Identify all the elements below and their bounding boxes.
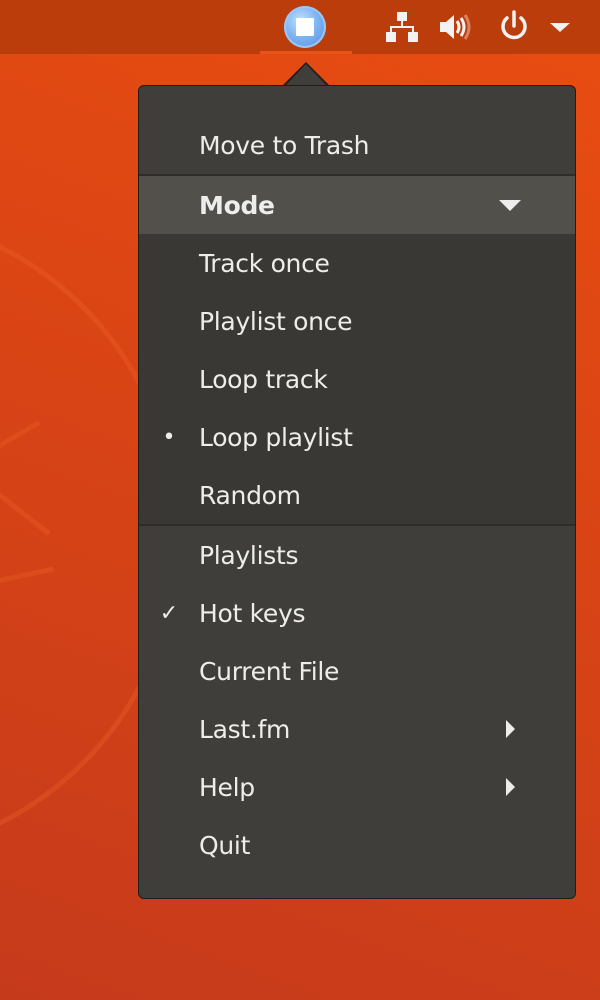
- audio-player-indicator[interactable]: [284, 6, 326, 48]
- menu-item-label: Mode: [199, 190, 275, 220]
- top-panel: [0, 0, 600, 54]
- chevron-down-icon: [499, 199, 521, 211]
- volume-icon[interactable]: [438, 10, 474, 44]
- menu-item-label: Random: [199, 480, 301, 510]
- menu-item-label: Playlist once: [199, 306, 353, 336]
- menu-item-lastfm[interactable]: Last.fm: [139, 700, 575, 758]
- mode-option-playlist-once[interactable]: Playlist once: [139, 292, 575, 350]
- menu-item-label: Move to Trash: [199, 130, 370, 160]
- menu-item-help[interactable]: Help: [139, 758, 575, 816]
- menu-item-label: Track once: [199, 248, 330, 278]
- menu-item-move-to-trash[interactable]: Move to Trash: [139, 116, 575, 174]
- menu-pointer-fill: [284, 64, 328, 87]
- active-indicator-underline: [260, 51, 352, 54]
- mode-option-loop-playlist[interactable]: • Loop playlist: [139, 408, 575, 466]
- radio-bullet-icon: •: [162, 424, 176, 450]
- system-menu-dropdown-icon[interactable]: [542, 10, 578, 44]
- menu-item-current-file[interactable]: Current File: [139, 642, 575, 700]
- menu-item-hot-keys[interactable]: ✓ Hot keys: [139, 584, 575, 642]
- chevron-right-icon: [506, 778, 515, 796]
- mode-option-random[interactable]: Random: [139, 466, 575, 524]
- menu-item-playlists[interactable]: Playlists: [139, 526, 575, 584]
- menu-item-label: Last.fm: [199, 714, 291, 744]
- power-icon[interactable]: [496, 10, 532, 44]
- mode-option-loop-track[interactable]: Loop track: [139, 350, 575, 408]
- chevron-right-icon: [506, 720, 515, 738]
- mode-submenu: Track once Playlist once Loop track • Lo…: [139, 234, 575, 524]
- menu-item-label: Current File: [199, 656, 340, 686]
- menu-item-label: Help: [199, 772, 255, 802]
- menu-item-label: Quit: [199, 830, 251, 860]
- menu-item-label: Hot keys: [199, 598, 306, 628]
- menu-item-quit[interactable]: Quit: [139, 816, 575, 874]
- indicator-menu: Move to Trash Mode Track once Playlist o…: [138, 85, 576, 899]
- menu-item-label: Loop playlist: [199, 422, 353, 452]
- network-icon[interactable]: [384, 10, 420, 44]
- menu-item-label: Loop track: [199, 364, 328, 394]
- checkmark-icon: ✓: [159, 600, 179, 626]
- menu-item-mode[interactable]: Mode: [139, 176, 575, 234]
- mode-option-track-once[interactable]: Track once: [139, 234, 575, 292]
- menu-item-label: Playlists: [199, 540, 299, 570]
- stop-icon: [296, 18, 314, 36]
